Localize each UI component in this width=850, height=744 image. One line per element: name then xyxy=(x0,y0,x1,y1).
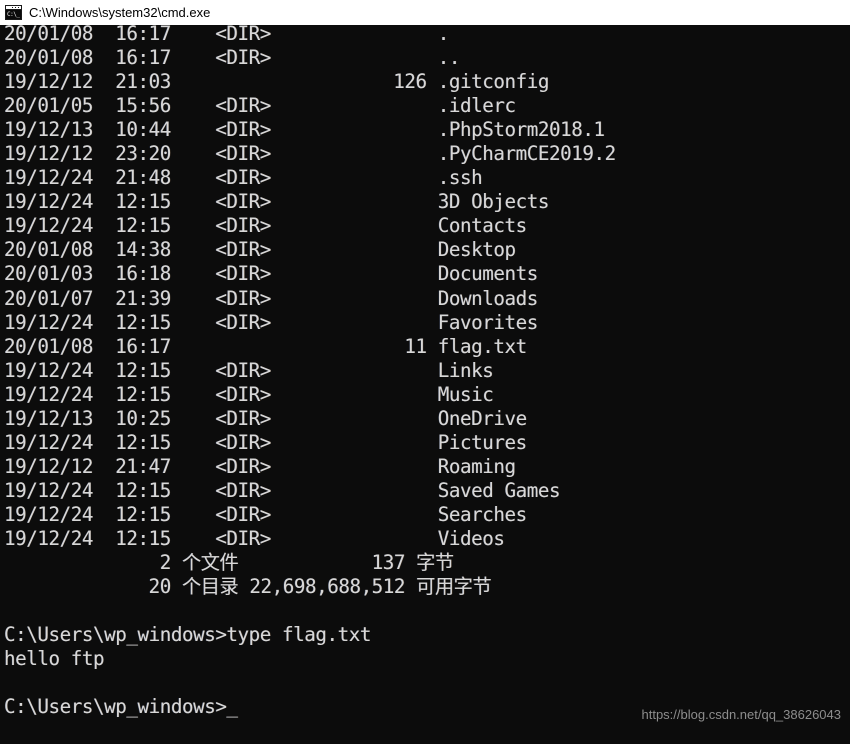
cmd-window: C:\_ C:\Windows\system32\cmd.exe 20/01/0… xyxy=(0,0,850,744)
watermark-url: https://blog.csdn.net/qq_38626043 xyxy=(641,707,842,722)
window-titlebar[interactable]: C:\_ C:\Windows\system32\cmd.exe xyxy=(0,0,850,25)
icon-prompt-glyph: C:\_ xyxy=(6,10,21,19)
console-output-area[interactable]: 20/01/08 16:17 <DIR> . 20/01/08 16:17 <D… xyxy=(0,25,850,744)
cmd-console-icon: C:\_ xyxy=(5,5,22,20)
window-title: C:\Windows\system32\cmd.exe xyxy=(29,5,211,20)
console-text: 20/01/08 16:17 <DIR> . 20/01/08 16:17 <D… xyxy=(4,25,616,719)
